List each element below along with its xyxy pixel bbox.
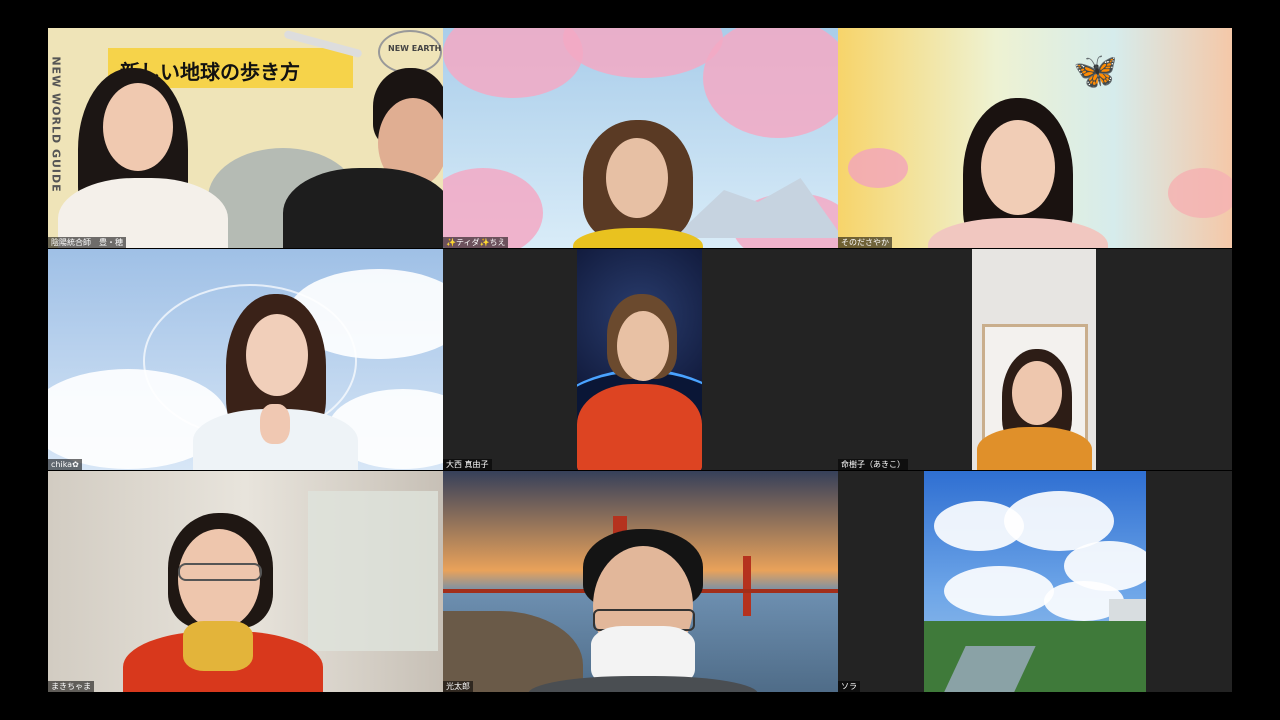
participant-video — [443, 28, 838, 248]
participant-tile-1[interactable]: 新しい地球の歩き方 NEW WORLD GUIDE NEW EARTH 陰陽統合… — [48, 28, 443, 248]
building — [1109, 599, 1146, 621]
bridge-tower — [743, 556, 751, 616]
participant-video — [924, 471, 1146, 692]
participant-body — [283, 168, 443, 248]
stamp-text: NEW EARTH — [388, 44, 442, 53]
glasses-icon — [178, 563, 262, 581]
participant-face — [103, 83, 173, 171]
participant-face — [246, 314, 308, 396]
participant-body — [977, 427, 1092, 470]
participant-tile-3[interactable]: 🦋 そのださやか — [838, 28, 1232, 248]
participant-video — [48, 471, 443, 692]
participant-tile-7[interactable]: まきちゃま — [48, 471, 443, 692]
participant-video — [577, 249, 702, 470]
participant-video — [48, 249, 443, 470]
participant-name-label: chika✿ — [48, 459, 82, 470]
scarf — [183, 621, 253, 671]
participant-name-label: まきちゃま — [48, 681, 94, 692]
participant-face — [617, 311, 669, 381]
participant-name-label: 陰陽統合師 豊・穂 — [48, 237, 126, 248]
participant-name-label: 命樹子（あきこ） — [838, 459, 908, 470]
clasped-hands — [260, 404, 290, 444]
participant-face — [606, 138, 668, 218]
participant-video: 新しい地球の歩き方 NEW WORLD GUIDE NEW EARTH — [48, 28, 443, 248]
participant-name-label: ソラ — [838, 681, 860, 692]
participant-tile-9[interactable]: ソラ — [838, 471, 1232, 692]
participant-tile-6[interactable]: 命樹子（あきこ） — [838, 249, 1232, 470]
participant-face — [1012, 361, 1062, 425]
background-shelf — [308, 491, 438, 651]
participant-tile-4[interactable]: chika✿ — [48, 249, 443, 470]
participant-name-label: 光太郎 — [443, 681, 473, 692]
participant-tile-5[interactable]: 大西 真由子 — [443, 249, 838, 470]
video-grid: 新しい地球の歩き方 NEW WORLD GUIDE NEW EARTH 陰陽統合… — [48, 28, 1232, 692]
participant-name-label: ✨ティダ✨ちえ — [443, 237, 509, 248]
participant-tile-2[interactable]: ✨ティダ✨ちえ — [443, 28, 838, 248]
side-text: NEW WORLD GUIDE — [49, 56, 63, 193]
participant-video — [443, 471, 838, 692]
participant-body — [577, 384, 702, 470]
participant-tile-8[interactable]: 光太郎 — [443, 471, 838, 692]
mountain-background — [673, 178, 838, 238]
participant-video — [972, 249, 1096, 470]
participant-video: 🦋 — [838, 28, 1232, 248]
participant-body — [928, 218, 1108, 248]
participant-name-label: 大西 真由子 — [443, 459, 492, 470]
butterfly-icon: 🦋 — [1073, 51, 1118, 92]
participant-name-label: そのださやか — [838, 237, 892, 248]
participant-face — [981, 120, 1055, 215]
